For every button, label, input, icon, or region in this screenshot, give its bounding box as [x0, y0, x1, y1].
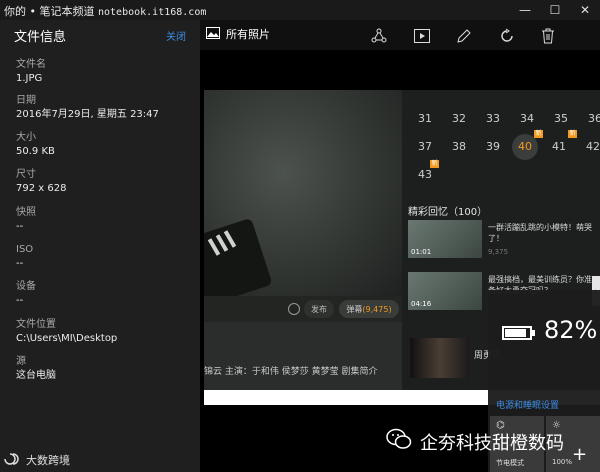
- title-bar: 你的 • 笔记本频道 notebook.it168.com — ☐ ✕: [0, 0, 600, 22]
- clip-duration: 01:01: [411, 248, 432, 256]
- episode-number: 31: [418, 112, 432, 125]
- send-button: 发布: [304, 300, 334, 318]
- field-value: 这台电脑: [16, 370, 56, 381]
- field-label: 文件名: [16, 59, 46, 70]
- all-photos-button[interactable]: 所有照片: [206, 26, 270, 42]
- clip-duration: 04:16: [411, 300, 432, 308]
- episode-number: 33: [486, 112, 500, 125]
- wechat-icon: [386, 428, 412, 455]
- danmu-label: 弹幕: [346, 304, 363, 314]
- field-location: 文件位置 C:\Users\MI\Desktop: [16, 318, 117, 345]
- video-control-bar: 发布 弹幕 (9,475): [204, 296, 402, 322]
- battery-percent: 82%: [544, 316, 598, 344]
- tile-label: 100%: [552, 458, 573, 466]
- panel-close-link[interactable]: 关闭: [166, 28, 186, 43]
- video-frame: [204, 90, 402, 296]
- field-value: 50.9 KB: [16, 146, 55, 157]
- field-iso: ISO --: [16, 243, 33, 270]
- episode-number: 43: [418, 168, 432, 181]
- episode-number: 42: [586, 140, 600, 153]
- panel-title: 文件信息: [14, 30, 67, 45]
- watermark-bottom-left: 大数跨境: [4, 452, 70, 468]
- maximize-button[interactable]: ☐: [540, 0, 570, 20]
- new-badge: 新: [568, 130, 577, 138]
- field-label: 大小: [16, 132, 36, 143]
- watermark-top-prefix: 你的 • 笔记本频道: [4, 5, 95, 18]
- field-dimensions: 尺寸 792 x 628: [16, 168, 66, 195]
- watermark-top: 你的 • 笔记本频道 notebook.it168.com: [4, 3, 206, 19]
- photo-toolbar: 所有照片: [200, 20, 600, 50]
- clip-thumbnail: 01:01: [408, 220, 482, 258]
- poster-thumbnail: [410, 338, 470, 378]
- field-label: 日期: [16, 95, 36, 106]
- power-settings-link[interactable]: 电源和睡眠设置: [496, 398, 559, 411]
- field-source: 源 这台电脑: [16, 355, 56, 382]
- field-snapshot: 快照 --: [16, 206, 36, 233]
- watermark-bottom-left-text: 大数跨境: [26, 454, 70, 467]
- field-value: 1.JPG: [16, 73, 43, 84]
- share-icon[interactable]: [368, 25, 390, 47]
- field-label: 源: [16, 356, 26, 367]
- episode-number: 34: [520, 112, 534, 125]
- field-value: C:\Users\MI\Desktop: [16, 333, 118, 344]
- picture-icon: [206, 26, 220, 42]
- minimize-button[interactable]: —: [510, 0, 540, 20]
- file-info-panel: 文件信息 关闭 文件名 1.JPG 日期 2016年7月29日, 星期五 23:…: [0, 20, 200, 472]
- battery-fill: [505, 329, 527, 337]
- field-value: --: [16, 295, 24, 306]
- delete-icon[interactable]: [537, 25, 559, 47]
- episode-number: 38: [452, 140, 466, 153]
- clip-title: 一群活蹦乱跳的小模特！萌哭了！: [488, 223, 592, 243]
- episode-number: 37: [418, 140, 432, 153]
- episode-number: 32: [452, 112, 466, 125]
- episode-number: 39: [486, 140, 500, 153]
- field-date: 日期 2016年7月29日, 星期五 23:47: [16, 94, 159, 121]
- field-device: 设备 --: [16, 280, 36, 307]
- watermark-bottom-text: 企夯科技甜橙数码: [420, 432, 564, 454]
- photo-viewer: 发布 弹幕 (9,475) 锦云 主演：于和伟 侯梦莎 黄梦莹 剧集简介 31 …: [200, 50, 600, 472]
- field-label: ISO: [16, 244, 34, 255]
- plus-icon: +: [572, 444, 588, 465]
- field-value: 792 x 628: [16, 183, 67, 194]
- field-label: 尺寸: [16, 169, 36, 180]
- clip-views: 9,375: [488, 248, 509, 256]
- episode-number: 35: [554, 112, 568, 125]
- emoji-icon: [288, 303, 300, 315]
- watermark-top-domain: notebook.it168.com: [97, 7, 207, 18]
- new-badge: 新: [534, 130, 543, 138]
- watermark-bottom-wechat: 企夯科技甜橙数码: [386, 428, 564, 455]
- active-episode-number: 40: [518, 140, 532, 153]
- field-value: --: [16, 221, 24, 232]
- field-value: --: [16, 258, 24, 269]
- episode-number: 41: [552, 140, 566, 153]
- highlights-title: 精彩回忆（100）: [408, 207, 488, 218]
- episode-number: 36: [588, 112, 600, 125]
- rotate-icon[interactable]: [496, 25, 518, 47]
- field-label: 快照: [16, 207, 36, 218]
- slideshow-icon[interactable]: [411, 25, 433, 47]
- figure-shape: [204, 217, 273, 296]
- danmu-count: (9,475): [362, 304, 392, 314]
- edit-icon[interactable]: [453, 25, 475, 47]
- battery-icon: [502, 326, 535, 340]
- field-label: 文件位置: [16, 319, 56, 330]
- field-value: 2016年7月29日, 星期五 23:47: [16, 109, 159, 120]
- logo-icon: [4, 452, 22, 468]
- clip-thumbnail: 04:16: [408, 272, 482, 310]
- field-size: 大小 50.9 KB: [16, 131, 55, 158]
- cast-line: 锦云 主演：于和伟 侯梦莎 黄梦莹 剧集简介: [204, 367, 378, 377]
- danmu-button: 弹幕 (9,475): [339, 300, 399, 318]
- close-window-button[interactable]: ✕: [570, 0, 600, 20]
- field-file-name: 文件名 1.JPG: [16, 58, 46, 85]
- new-badge: 新: [430, 160, 439, 168]
- all-photos-label: 所有照片: [226, 28, 270, 41]
- tile-label: 节电模式: [496, 459, 524, 467]
- field-label: 设备: [16, 281, 36, 292]
